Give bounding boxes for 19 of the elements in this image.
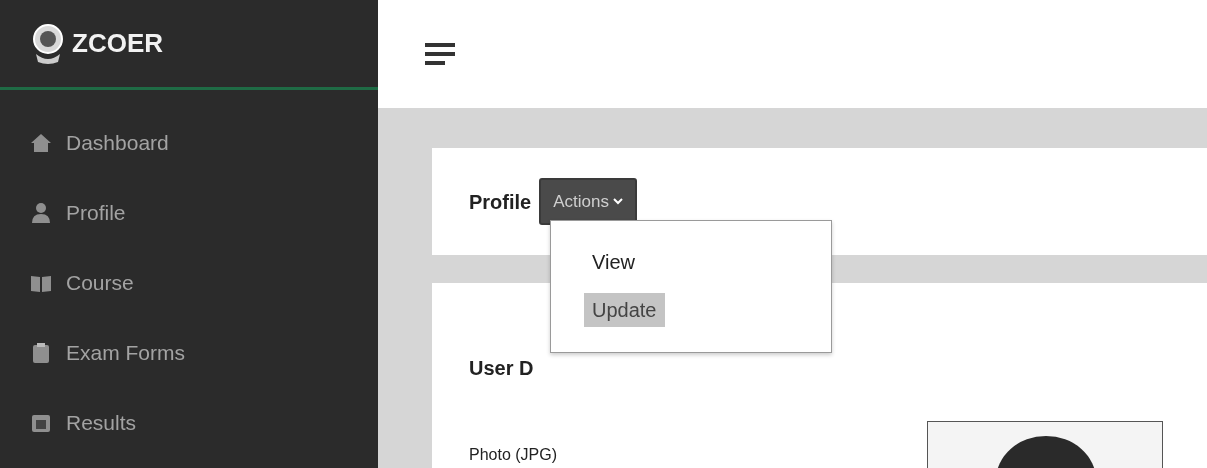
brand-name: ZCOER xyxy=(72,27,163,60)
menu-item[interactable]: View xyxy=(584,245,643,279)
emblem-icon xyxy=(32,23,64,64)
card-title: Profile xyxy=(469,189,532,215)
sidebar-item[interactable]: Course xyxy=(0,248,378,318)
sidebar-item[interactable]: Profile xyxy=(0,178,378,248)
actions-button[interactable]: Actions xyxy=(539,177,637,226)
photo-label: Photo (JPG) xyxy=(469,445,558,465)
menu-icon[interactable] xyxy=(425,43,455,65)
form-icon xyxy=(30,342,52,364)
sidebar-item[interactable]: Dashboard xyxy=(0,108,378,178)
card-title: User D xyxy=(469,356,535,381)
menu-item[interactable]: Update xyxy=(584,293,665,327)
user-icon xyxy=(30,202,52,224)
caret-icon xyxy=(613,198,623,205)
home-icon xyxy=(30,132,52,154)
sidebar-item[interactable]: Exam Forms xyxy=(0,318,378,388)
calendar-icon xyxy=(30,412,52,434)
sidebar-item[interactable]: Results xyxy=(0,388,378,458)
